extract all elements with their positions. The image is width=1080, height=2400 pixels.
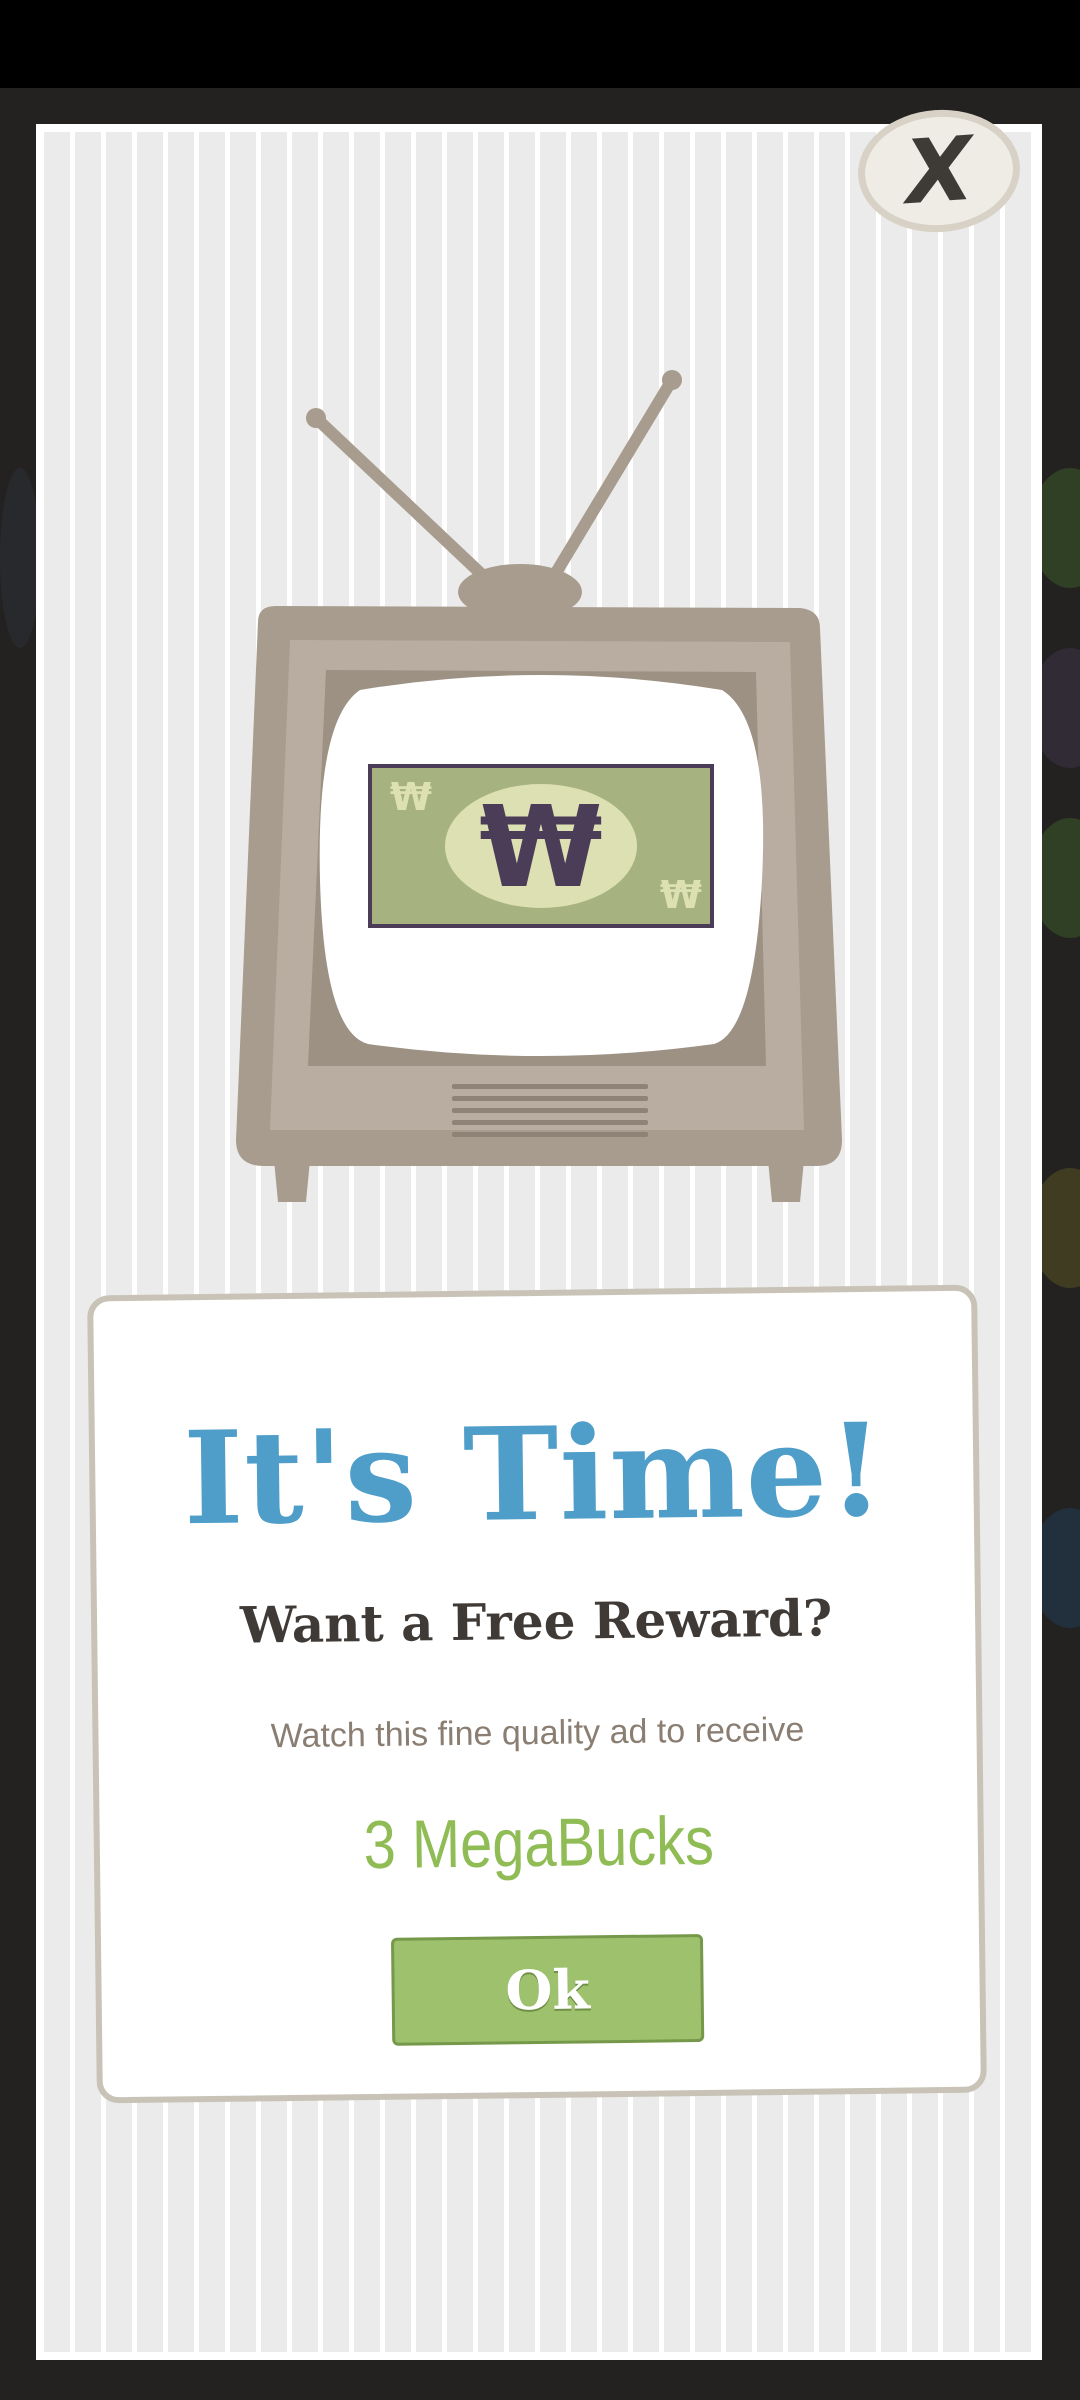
reward-amount: 3 MegaBucks (363, 1802, 715, 1884)
status-bar (0, 0, 1080, 88)
reward-card: It's Time! Want a Free Reward? Watch thi… (87, 1284, 987, 2104)
close-icon: X (901, 116, 977, 225)
ok-button[interactable]: Ok (390, 1933, 705, 2046)
currency-symbol: ₩ (479, 783, 603, 913)
page-title: It's Time! (182, 1395, 887, 1555)
currency-symbol: ₩ (660, 873, 702, 917)
description: Watch this fine quality ad to receive (270, 1710, 805, 1756)
tv-icon: ₩ ₩ ₩ (236, 370, 842, 1202)
background-blob (0, 468, 40, 648)
currency-symbol: ₩ (390, 775, 432, 819)
subtitle: Want a Free Reward? (239, 1588, 833, 1655)
ok-button-label: Ok (504, 1957, 591, 2023)
